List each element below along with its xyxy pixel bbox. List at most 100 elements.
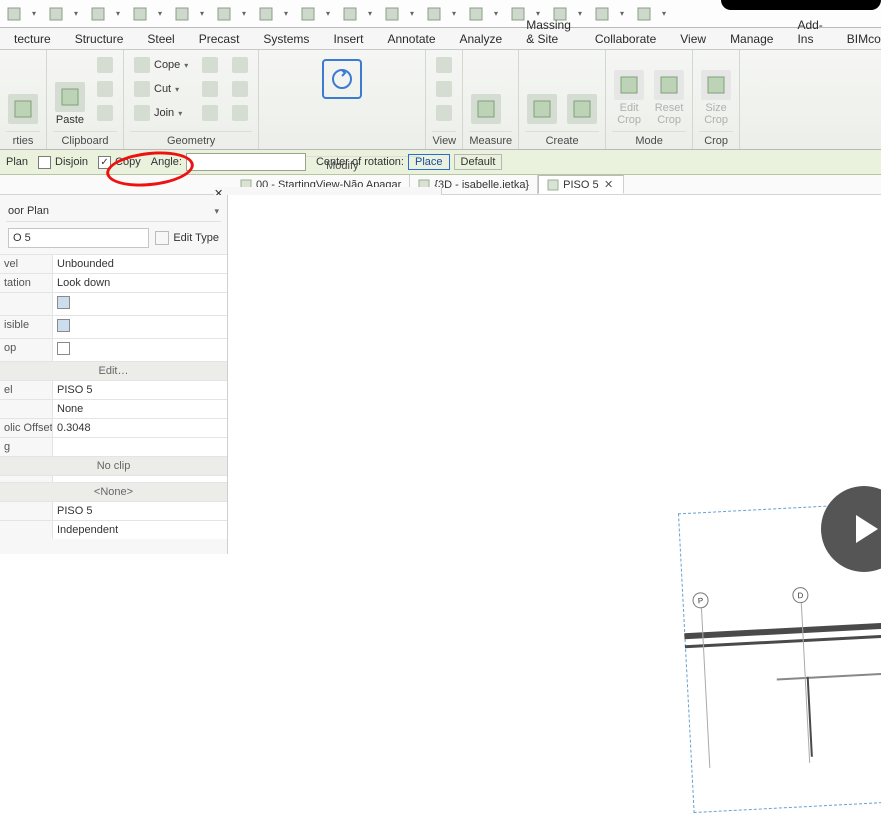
qat-dd-icon[interactable]: ▾ [620, 9, 626, 18]
category-dropdown-icon[interactable]: ▾ [214, 206, 219, 217]
paste-button[interactable]: Paste [53, 54, 87, 128]
unpin-button[interactable] [343, 106, 367, 130]
property-value[interactable]: None [52, 400, 227, 418]
array-button[interactable] [395, 54, 419, 78]
place-button[interactable]: Place [408, 154, 450, 170]
tab-manage[interactable]: Manage [720, 29, 783, 49]
tab-collaborate[interactable]: Collaborate [585, 29, 666, 49]
qat-dd-icon[interactable]: ▾ [662, 9, 668, 18]
mirror-button[interactable] [369, 54, 393, 78]
property-value[interactable] [52, 316, 227, 338]
property-value[interactable] [52, 476, 227, 482]
qat-dd-icon[interactable]: ▾ [410, 9, 416, 18]
close-icon[interactable]: ✕ [603, 178, 615, 191]
tab-steel[interactable]: Steel [137, 29, 184, 49]
property-value[interactable] [52, 293, 227, 315]
qat-dd-icon[interactable]: ▾ [368, 9, 374, 18]
g4-button[interactable] [228, 54, 252, 76]
qat-dd-icon[interactable]: ▾ [452, 9, 458, 18]
tab-bimcollab[interactable]: BIMcollab [837, 29, 881, 49]
move-button[interactable] [265, 54, 289, 78]
g3-button[interactable] [198, 102, 222, 124]
split-button[interactable] [291, 106, 315, 130]
tab-view[interactable]: View [670, 29, 716, 49]
dd-icon[interactable] [634, 4, 654, 24]
property-value[interactable]: PISO 5 [52, 381, 227, 399]
property-checkbox[interactable] [57, 342, 70, 355]
edit-type-button[interactable]: Edit Type [155, 231, 219, 245]
tab-systems[interactable]: Systems [253, 29, 319, 49]
c1-button[interactable] [525, 54, 559, 128]
g2-button[interactable] [198, 78, 222, 100]
text-icon[interactable] [382, 4, 402, 24]
property-checkbox[interactable] [57, 296, 70, 309]
match-button[interactable] [93, 102, 117, 124]
property-value[interactable] [52, 339, 227, 361]
g5-button[interactable] [228, 78, 252, 100]
qat-dd-icon[interactable]: ▾ [284, 9, 290, 18]
drawing-canvas[interactable]: PDDDPA ↖ [228, 195, 881, 554]
tab-insert[interactable]: Insert [323, 29, 373, 49]
v1-button[interactable] [432, 54, 456, 76]
qat-dd-icon[interactable]: ▾ [74, 9, 80, 18]
tab-add-ins[interactable]: Add-Ins [787, 15, 832, 49]
tab-precast[interactable]: Precast [189, 29, 250, 49]
props-button[interactable] [6, 54, 40, 128]
qat-dd-icon[interactable]: ▾ [326, 9, 332, 18]
v2-button[interactable] [432, 78, 456, 100]
copy-button[interactable] [291, 54, 315, 78]
cut-button[interactable] [93, 54, 117, 76]
tab-tecture[interactable]: tecture [4, 29, 61, 49]
section-icon[interactable] [466, 4, 486, 24]
3d-icon[interactable] [424, 4, 444, 24]
qat-dd-icon[interactable]: ▾ [242, 9, 248, 18]
tab-annotate[interactable]: Annotate [377, 29, 445, 49]
type-selector[interactable]: O 5 [8, 228, 149, 248]
property-value[interactable]: Independent [52, 521, 227, 539]
group-button[interactable] [369, 106, 393, 130]
open-icon[interactable] [46, 4, 66, 24]
property-value[interactable]: Look down [52, 274, 227, 292]
property-checkbox[interactable] [57, 319, 70, 332]
undo-icon[interactable] [130, 4, 150, 24]
redo-icon[interactable] [172, 4, 192, 24]
qat-dd-icon[interactable]: ▾ [158, 9, 164, 18]
pin2-button[interactable] [317, 106, 341, 130]
qat-dd-icon[interactable]: ▾ [116, 9, 122, 18]
g6-button[interactable] [228, 102, 252, 124]
pin-icon[interactable] [298, 4, 318, 24]
qat-dd-icon[interactable]: ▾ [494, 9, 500, 18]
home-icon[interactable] [4, 4, 24, 24]
property-button[interactable]: <None> [0, 483, 227, 501]
angle-input[interactable] [186, 153, 306, 171]
extend-button[interactable] [265, 106, 289, 130]
c2-button[interactable] [565, 54, 599, 128]
fillet-button[interactable] [317, 132, 341, 156]
g1-button[interactable] [198, 54, 222, 76]
measure-button[interactable] [469, 54, 503, 128]
join-button[interactable]: Join ▾ [130, 102, 192, 124]
copy-button[interactable] [93, 78, 117, 100]
copy-checkbox[interactable] [98, 156, 111, 169]
tab-structure[interactable]: Structure [65, 29, 134, 49]
cope-button[interactable]: Cope ▾ [130, 54, 192, 76]
offset-button[interactable] [369, 80, 393, 104]
align-button[interactable] [291, 80, 315, 104]
save-icon[interactable] [88, 4, 108, 24]
disjoin-checkbox[interactable] [38, 156, 51, 169]
delete-button[interactable] [395, 106, 419, 130]
property-value[interactable]: 0.3048 [52, 419, 227, 437]
qat-dd-icon[interactable]: ▾ [200, 9, 206, 18]
default-button[interactable]: Default [454, 154, 503, 170]
print-icon[interactable] [214, 4, 234, 24]
switch-icon[interactable] [592, 4, 612, 24]
v3-button[interactable] [432, 102, 456, 124]
property-button[interactable]: No clip [0, 457, 227, 475]
measure-icon[interactable] [256, 4, 276, 24]
trim-button[interactable] [395, 80, 419, 104]
property-value[interactable]: PISO 5 [52, 502, 227, 520]
property-button[interactable]: Edit… [0, 362, 227, 380]
property-value[interactable] [52, 438, 227, 456]
cut-button[interactable]: Cut ▾ [130, 78, 192, 100]
rotate-big-button[interactable] [317, 54, 367, 104]
